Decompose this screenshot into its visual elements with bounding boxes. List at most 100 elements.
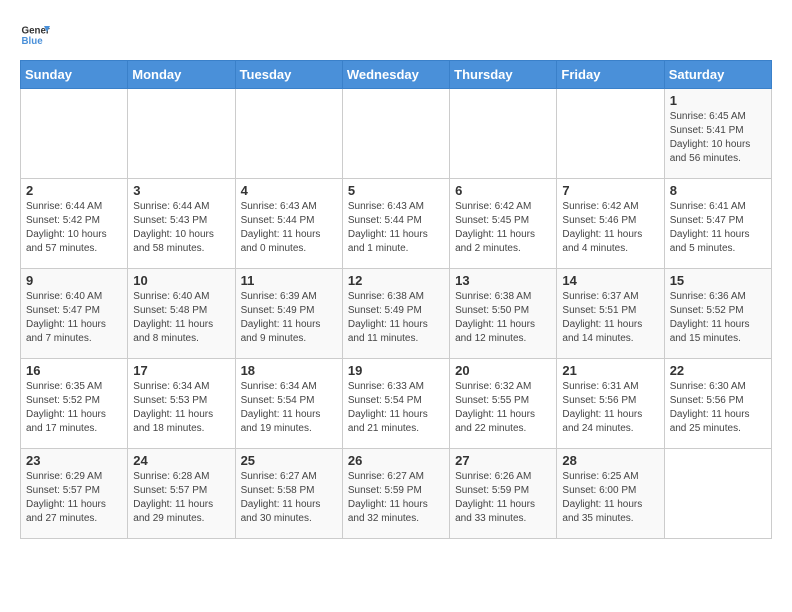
day-number: 20 xyxy=(455,363,551,378)
day-info: Sunrise: 6:42 AM Sunset: 5:46 PM Dayligh… xyxy=(562,200,658,256)
calendar-cell: 18 Sunrise: 6:34 AM Sunset: 5:54 PM Dayli… xyxy=(235,359,342,449)
day-number: 1 xyxy=(670,93,766,108)
day-info: Sunrise: 6:30 AM Sunset: 5:56 PM Dayligh… xyxy=(670,380,766,436)
day-number: 8 xyxy=(670,183,766,198)
day-info: Sunrise: 6:31 AM Sunset: 5:56 PM Dayligh… xyxy=(562,380,658,436)
logo: General Blue xyxy=(20,20,50,50)
day-info: Sunrise: 6:38 AM Sunset: 5:49 PM Dayligh… xyxy=(348,290,444,346)
day-number: 4 xyxy=(241,183,337,198)
day-info: Sunrise: 6:32 AM Sunset: 5:55 PM Dayligh… xyxy=(455,380,551,436)
calendar-cell: 14 Sunrise: 6:37 AM Sunset: 5:51 PM Dayli… xyxy=(557,269,664,359)
day-info: Sunrise: 6:39 AM Sunset: 5:49 PM Dayligh… xyxy=(241,290,337,346)
calendar-cell xyxy=(235,89,342,179)
day-number: 10 xyxy=(133,273,229,288)
calendar-cell: 19 Sunrise: 6:33 AM Sunset: 5:54 PM Dayli… xyxy=(342,359,449,449)
logo-icon: General Blue xyxy=(20,20,50,50)
day-number: 14 xyxy=(562,273,658,288)
day-info: Sunrise: 6:27 AM Sunset: 5:58 PM Dayligh… xyxy=(241,470,337,526)
day-number: 5 xyxy=(348,183,444,198)
day-info: Sunrise: 6:34 AM Sunset: 5:54 PM Dayligh… xyxy=(241,380,337,436)
calendar-cell: 20 Sunrise: 6:32 AM Sunset: 5:55 PM Dayli… xyxy=(450,359,557,449)
day-info: Sunrise: 6:29 AM Sunset: 5:57 PM Dayligh… xyxy=(26,470,122,526)
day-number: 2 xyxy=(26,183,122,198)
day-info: Sunrise: 6:35 AM Sunset: 5:52 PM Dayligh… xyxy=(26,380,122,436)
day-number: 23 xyxy=(26,453,122,468)
day-info: Sunrise: 6:34 AM Sunset: 5:53 PM Dayligh… xyxy=(133,380,229,436)
calendar-cell: 22 Sunrise: 6:30 AM Sunset: 5:56 PM Dayli… xyxy=(664,359,771,449)
svg-text:Blue: Blue xyxy=(22,36,44,47)
day-number: 25 xyxy=(241,453,337,468)
calendar-cell: 9 Sunrise: 6:40 AM Sunset: 5:47 PM Daylig… xyxy=(21,269,128,359)
day-number: 24 xyxy=(133,453,229,468)
calendar-cell: 8 Sunrise: 6:41 AM Sunset: 5:47 PM Daylig… xyxy=(664,179,771,269)
day-info: Sunrise: 6:26 AM Sunset: 5:59 PM Dayligh… xyxy=(455,470,551,526)
day-info: Sunrise: 6:43 AM Sunset: 5:44 PM Dayligh… xyxy=(241,200,337,256)
day-number: 28 xyxy=(562,453,658,468)
day-info: Sunrise: 6:44 AM Sunset: 5:43 PM Dayligh… xyxy=(133,200,229,256)
day-number: 15 xyxy=(670,273,766,288)
calendar-cell: 26 Sunrise: 6:27 AM Sunset: 5:59 PM Dayli… xyxy=(342,449,449,539)
day-number: 9 xyxy=(26,273,122,288)
calendar-cell: 7 Sunrise: 6:42 AM Sunset: 5:46 PM Daylig… xyxy=(557,179,664,269)
day-info: Sunrise: 6:33 AM Sunset: 5:54 PM Dayligh… xyxy=(348,380,444,436)
calendar-cell xyxy=(342,89,449,179)
calendar-cell: 2 Sunrise: 6:44 AM Sunset: 5:42 PM Daylig… xyxy=(21,179,128,269)
calendar-cell: 4 Sunrise: 6:43 AM Sunset: 5:44 PM Daylig… xyxy=(235,179,342,269)
calendar-cell: 27 Sunrise: 6:26 AM Sunset: 5:59 PM Dayli… xyxy=(450,449,557,539)
calendar-cell: 12 Sunrise: 6:38 AM Sunset: 5:49 PM Dayli… xyxy=(342,269,449,359)
calendar-cell: 24 Sunrise: 6:28 AM Sunset: 5:57 PM Dayli… xyxy=(128,449,235,539)
calendar-cell: 5Sunrise: 6:43 AM Sunset: 5:44 PM Daylig… xyxy=(342,179,449,269)
weekday-header-tuesday: Tuesday xyxy=(235,61,342,89)
weekday-header-thursday: Thursday xyxy=(450,61,557,89)
day-number: 11 xyxy=(241,273,337,288)
calendar-cell: 28 Sunrise: 6:25 AM Sunset: 6:00 PM Dayli… xyxy=(557,449,664,539)
day-number: 22 xyxy=(670,363,766,378)
day-info: Sunrise: 6:44 AM Sunset: 5:42 PM Dayligh… xyxy=(26,200,122,256)
weekday-header-monday: Monday xyxy=(128,61,235,89)
day-info: Sunrise: 6:42 AM Sunset: 5:45 PM Dayligh… xyxy=(455,200,551,256)
day-number: 7 xyxy=(562,183,658,198)
day-info: Sunrise: 6:36 AM Sunset: 5:52 PM Dayligh… xyxy=(670,290,766,346)
day-info: Sunrise: 6:38 AM Sunset: 5:50 PM Dayligh… xyxy=(455,290,551,346)
calendar-cell: 10 Sunrise: 6:40 AM Sunset: 5:48 PM Dayli… xyxy=(128,269,235,359)
calendar-cell: 6 Sunrise: 6:42 AM Sunset: 5:45 PM Daylig… xyxy=(450,179,557,269)
weekday-header-wednesday: Wednesday xyxy=(342,61,449,89)
calendar-cell: 23 Sunrise: 6:29 AM Sunset: 5:57 PM Dayli… xyxy=(21,449,128,539)
calendar-cell: 3 Sunrise: 6:44 AM Sunset: 5:43 PM Daylig… xyxy=(128,179,235,269)
day-number: 18 xyxy=(241,363,337,378)
day-number: 12 xyxy=(348,273,444,288)
day-number: 3 xyxy=(133,183,229,198)
calendar-cell xyxy=(664,449,771,539)
day-info: Sunrise: 6:40 AM Sunset: 5:48 PM Dayligh… xyxy=(133,290,229,346)
day-number: 17 xyxy=(133,363,229,378)
calendar-cell: 17 Sunrise: 6:34 AM Sunset: 5:53 PM Dayli… xyxy=(128,359,235,449)
day-number: 19 xyxy=(348,363,444,378)
weekday-header-sunday: Sunday xyxy=(21,61,128,89)
calendar-cell xyxy=(21,89,128,179)
calendar-cell xyxy=(128,89,235,179)
day-number: 27 xyxy=(455,453,551,468)
weekday-header-saturday: Saturday xyxy=(664,61,771,89)
day-info: Sunrise: 6:37 AM Sunset: 5:51 PM Dayligh… xyxy=(562,290,658,346)
day-number: 13 xyxy=(455,273,551,288)
calendar-cell: 21Sunrise: 6:31 AM Sunset: 5:56 PM Dayli… xyxy=(557,359,664,449)
calendar-cell: 13 Sunrise: 6:38 AM Sunset: 5:50 PM Dayli… xyxy=(450,269,557,359)
calendar-cell: 1 Sunrise: 6:45 AM Sunset: 5:41 PM Daylig… xyxy=(664,89,771,179)
day-info: Sunrise: 6:27 AM Sunset: 5:59 PM Dayligh… xyxy=(348,470,444,526)
day-info: Sunrise: 6:41 AM Sunset: 5:47 PM Dayligh… xyxy=(670,200,766,256)
calendar-cell: 25 Sunrise: 6:27 AM Sunset: 5:58 PM Dayli… xyxy=(235,449,342,539)
calendar-cell xyxy=(557,89,664,179)
calendar-cell: 15 Sunrise: 6:36 AM Sunset: 5:52 PM Dayli… xyxy=(664,269,771,359)
day-number: 6 xyxy=(455,183,551,198)
day-info: Sunrise: 6:25 AM Sunset: 6:00 PM Dayligh… xyxy=(562,470,658,526)
calendar-table: SundayMondayTuesdayWednesdayThursdayFrid… xyxy=(20,60,772,539)
weekday-header-friday: Friday xyxy=(557,61,664,89)
day-info: Sunrise: 6:40 AM Sunset: 5:47 PM Dayligh… xyxy=(26,290,122,346)
day-number: 26 xyxy=(348,453,444,468)
day-number: 16 xyxy=(26,363,122,378)
calendar-cell: 16 Sunrise: 6:35 AM Sunset: 5:52 PM Dayli… xyxy=(21,359,128,449)
calendar-cell: 11 Sunrise: 6:39 AM Sunset: 5:49 PM Dayli… xyxy=(235,269,342,359)
day-info: Sunrise: 6:28 AM Sunset: 5:57 PM Dayligh… xyxy=(133,470,229,526)
day-info: Sunrise: 6:45 AM Sunset: 5:41 PM Dayligh… xyxy=(670,110,766,166)
calendar-cell xyxy=(450,89,557,179)
